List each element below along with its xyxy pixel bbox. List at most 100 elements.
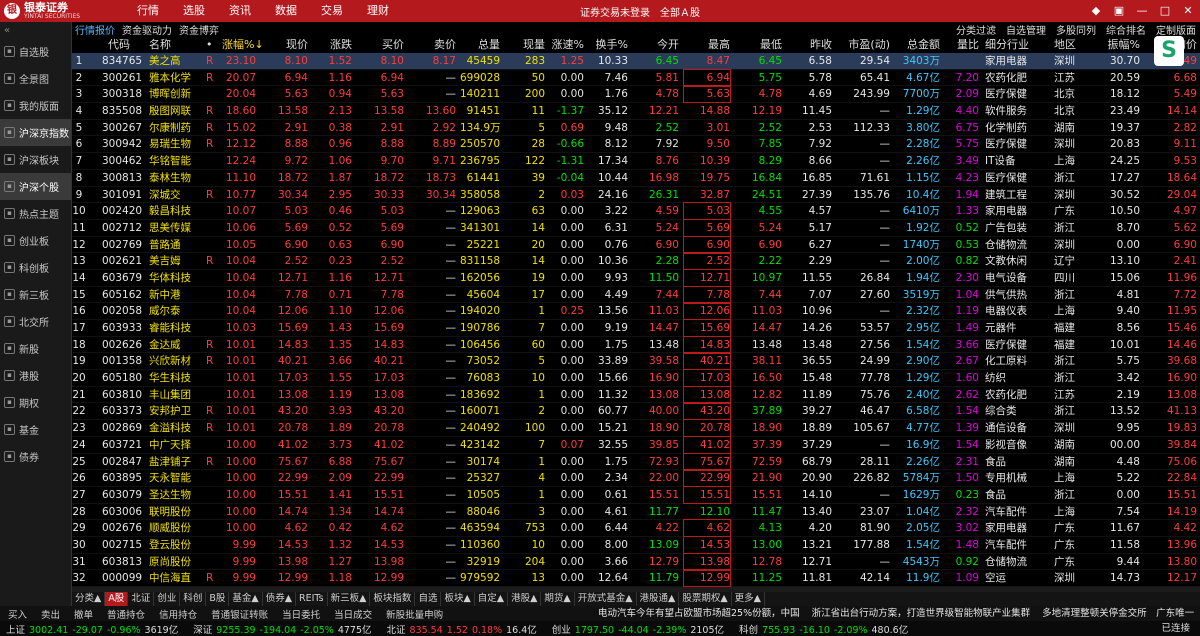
news-ticker-item[interactable]: 电动汽车今年有望占欧盟市场超25%份额，中国: [598, 606, 800, 621]
table-row[interactable]: 24 603721 中广天择 10.00 41.02 3.73 41.02—423142 7 0…: [72, 435, 1200, 454]
market-tab[interactable]: 北证: [128, 592, 155, 606]
stock-table[interactable]: 1 834765 美之高 R 23.10 8.10 1.52 8.10 8.17 45459 283…: [72, 53, 1200, 587]
table-row[interactable]: 10 002420 毅昌科技 10.07 5.03 0.46 5.03—129063 63 0.…: [72, 202, 1200, 221]
index-item[interactable]: 北证 835.54 1.52 0.18% 16.4亿: [387, 622, 541, 636]
market-tab[interactable]: 债券▲: [263, 592, 297, 606]
column-header[interactable]: 今开: [632, 37, 679, 53]
maximize-icon[interactable]: □: [1159, 5, 1171, 17]
close-icon[interactable]: ✕: [1182, 5, 1194, 17]
column-header[interactable]: 量比: [944, 37, 979, 53]
sidebar-collapse[interactable]: «: [0, 22, 71, 38]
table-row[interactable]: 5 300267 尔康制药 R 15.02 2.91 0.38 2.91 2.92 134.9万 5…: [72, 120, 1200, 137]
sub-tab[interactable]: 资金博弈: [179, 22, 219, 37]
sidebar-item[interactable]: ▪ 新三板: [0, 281, 71, 308]
table-row[interactable]: 4 835508 殷图网联 R 18.60 13.58 2.13 13.58 13.60 9145…: [72, 103, 1200, 120]
top-menu-item[interactable]: 选股: [171, 0, 217, 22]
sidebar-item[interactable]: ▪ 全景图: [0, 65, 71, 92]
column-header[interactable]: 换手%: [588, 37, 628, 53]
table-row[interactable]: 28 603006 联明股份 10.00 14.74 1.34 14.74 — 88046 3 0.…: [72, 504, 1200, 521]
column-header[interactable]: 总金额: [894, 37, 940, 53]
trade-action-button[interactable]: 卖出: [41, 607, 60, 621]
sidebar-item[interactable]: ▪ 沪深板块: [0, 146, 71, 173]
sub-right-tool[interactable]: 多股同列: [1056, 22, 1096, 37]
sub-tab[interactable]: 资金驱动力: [122, 22, 172, 37]
sub-right-tool[interactable]: 定制版面: [1156, 22, 1196, 37]
sidebar-item[interactable]: ▪ 自选股: [0, 38, 71, 65]
news-ticker-item[interactable]: 浙江省出台行动方案，打造世界级智能物联产业集群: [812, 606, 1031, 621]
table-row[interactable]: 2 300261 雅本化学 R 20.07 6.94 1.16 6.94 —699028 50 0.…: [72, 68, 1200, 87]
table-row[interactable]: 32 000099 中信海直 R 9.99 12.99 1.18 12.99 —979592 13…: [72, 569, 1200, 587]
sidebar-item[interactable]: ▪ 创业板: [0, 227, 71, 254]
sidebar-item[interactable]: ▪ 基金: [0, 416, 71, 443]
market-tab[interactable]: 更多▲: [732, 592, 765, 606]
market-tab[interactable]: 自定▲: [475, 592, 509, 606]
market-tab[interactable]: B股: [206, 592, 230, 606]
sidebar-item[interactable]: ▪ 科创板: [0, 254, 71, 281]
market-tab[interactable]: 股票期权▲: [679, 592, 732, 606]
table-row[interactable]: 9 301091 深城交 R 10.77 30.34 2.95 30.33 30.34 35805…: [72, 187, 1200, 204]
table-row[interactable]: 30 002715 登云股份 9.99 14.53 1.32 14.53 —110360 10 0…: [72, 535, 1200, 554]
sidebar-item[interactable]: ▪ 热点主题: [0, 200, 71, 227]
sub-right-tool[interactable]: 分类过滤: [956, 22, 996, 37]
floating-assistant-icon[interactable]: S: [1154, 36, 1184, 66]
table-row[interactable]: 26 603895 天永智能 10.00 22.99 2.09 22.99 — 25327 4 0.…: [72, 469, 1200, 488]
column-header[interactable]: •: [206, 37, 214, 53]
index-item[interactable]: 创业 1797.50 -44.04 -2.39% 2105亿: [552, 622, 728, 636]
column-header[interactable]: 地区: [1054, 37, 1082, 53]
minimize-icon[interactable]: —: [1136, 5, 1148, 17]
table-row[interactable]: 6 300942 易瑞生物 R 12.12 8.88 0.96 8.88 8.89 250570 2…: [72, 136, 1200, 154]
sub-right-tool[interactable]: 综合排名: [1106, 22, 1146, 37]
sub-tab[interactable]: 行情报价: [75, 22, 115, 37]
market-scope[interactable]: 全部Ａ股: [660, 4, 700, 19]
index-item[interactable]: 科创 755.93 -16.10 -2.09% 480.6亿: [739, 622, 912, 636]
table-row[interactable]: 7 300462 华铭智能 12.24 9.72 1.06 9.70 9.71 236795 12…: [72, 153, 1200, 170]
column-header[interactable]: 细分行业: [985, 37, 1035, 53]
news-ticker-item[interactable]: 多地清理整顿关停金交所 广东唯一: [1042, 606, 1194, 621]
login-status[interactable]: 证券交易未登录: [580, 4, 650, 19]
market-tab[interactable]: 港股通▲: [637, 592, 680, 606]
table-row[interactable]: 27 603079 圣达生物 10.00 15.51 1.41 15.51—10505 1 0.…: [72, 485, 1200, 504]
market-tab[interactable]: 板块▲: [441, 592, 475, 606]
table-row[interactable]: 8 300813 泰林生物 11.10 18.72 1.87 18.72 18.73 61441…: [72, 170, 1200, 187]
sidebar-item[interactable]: ▪ 我的版面: [0, 92, 71, 119]
table-row[interactable]: 20 605180 华生科技 10.01 17.03 1.55 17.03 — 76083 10 0…: [72, 369, 1200, 388]
column-header[interactable]: 最高: [684, 37, 730, 53]
sidebar-item[interactable]: ▪ 沪深个股: [0, 173, 71, 200]
column-header[interactable]: 振幅%: [1086, 37, 1140, 53]
market-tab[interactable]: 分类▲: [72, 592, 106, 606]
column-header[interactable]: 总量: [460, 37, 500, 53]
top-menu-item[interactable]: 交易: [309, 0, 355, 22]
sidebar-item[interactable]: ▪ 港股: [0, 362, 71, 389]
market-tab[interactable]: 开放式基金▲: [575, 592, 637, 606]
market-tab[interactable]: 港股▲: [508, 592, 542, 606]
table-row[interactable]: 15 605162 新中港 10.04 7.78 0.71 7.78 — 45604 17 0.00…: [72, 285, 1200, 304]
index-item[interactable]: 深证 9255.39 -194.04 -2.05% 4775亿: [193, 622, 375, 636]
table-row[interactable]: 17 603933 睿能科技 10.03 15.69 1.43 15.69 —190786 7 0…: [72, 319, 1200, 337]
top-menu-item[interactable]: 理财: [355, 0, 401, 22]
top-menu-item[interactable]: 数据: [263, 0, 309, 22]
table-row[interactable]: 31 603813 原尚股份 9.99 13.98 1.27 13.98 — 32919 204 0…: [72, 552, 1200, 571]
table-row[interactable]: 1 834765 美之高 R 23.10 8.10 1.52 8.10 8.17 45459 283…: [72, 53, 1200, 70]
sidebar-item[interactable]: ▪ 沪深京指数: [0, 119, 71, 146]
trade-action-button[interactable]: 普通银证转账: [211, 607, 268, 621]
column-header[interactable]: 市盈(动): [836, 37, 890, 53]
column-header[interactable]: 卖价: [408, 37, 456, 53]
column-header[interactable]: 现量: [504, 37, 545, 53]
trade-action-button[interactable]: 买入: [8, 607, 27, 621]
table-row[interactable]: 3 300318 博晖创新 20.04 5.63 0.94 5.63 —140211 200 0.…: [72, 85, 1200, 104]
sidebar-item[interactable]: ▪ 新股: [0, 335, 71, 362]
market-tab[interactable]: 创业: [154, 592, 181, 606]
trade-action-button[interactable]: 当日成交: [334, 607, 372, 621]
table-row[interactable]: 14 603679 华体科技 10.04 12.71 1.16 12.71 —162056 19…: [72, 268, 1200, 287]
market-tab[interactable]: 自选: [415, 592, 442, 606]
top-menu-item[interactable]: 资讯: [217, 0, 263, 22]
table-row[interactable]: 23 002869 金溢科技 R 10.01 20.78 1.89 20.78 —240492 1…: [72, 419, 1200, 438]
column-header[interactable]: 名称: [149, 37, 204, 53]
trade-action-button[interactable]: 信用持仓: [159, 607, 197, 621]
index-item[interactable]: 上证 3002.41 -29.07 -0.96% 3619亿: [6, 622, 182, 636]
table-row[interactable]: 21 603810 丰山集团 10.01 13.08 1.19 13.08 —183692 1 0…: [72, 385, 1200, 404]
table-row[interactable]: 12 002769 普路通 10.05 6.90 0.63 6.90 — 25221 20 0.00…: [72, 235, 1200, 254]
trade-action-button[interactable]: 普通持仓: [107, 607, 145, 621]
table-row[interactable]: 13 002621 美吉姆 R 10.04 2.52 0.23 2.52—831158 14 0.…: [72, 252, 1200, 271]
column-header[interactable]: 涨速%: [550, 37, 584, 53]
